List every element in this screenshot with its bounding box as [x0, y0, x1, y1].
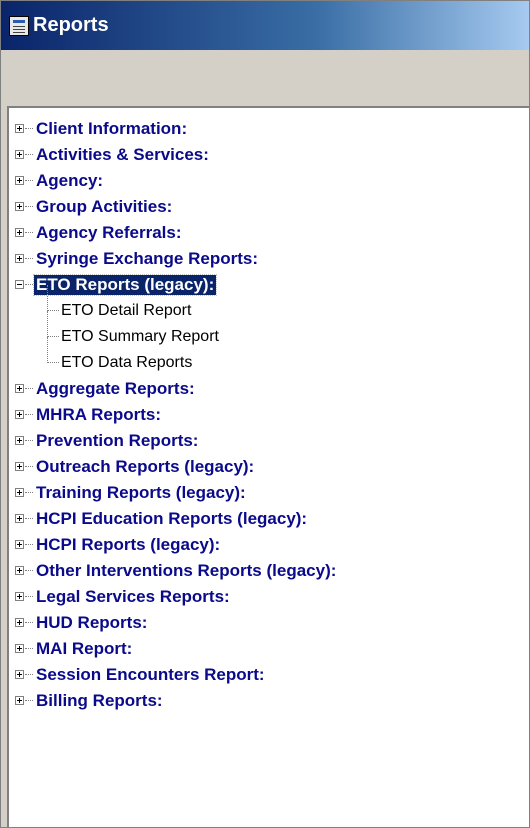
tree-child-row[interactable]: ETO Detail Report [9, 285, 529, 324]
tree-category-row[interactable]: Other Interventions Reports (legacy): [9, 558, 529, 584]
tree-category-row[interactable]: Aggregate Reports: [9, 376, 529, 402]
tree-category-row[interactable]: HUD Reports: [9, 610, 529, 636]
tree-connector-line [25, 466, 33, 467]
plus-expander-icon[interactable] [15, 566, 24, 575]
tree-connector-line [25, 492, 33, 493]
plus-expander-icon[interactable] [15, 696, 24, 705]
tree-category-row[interactable]: ETO Reports (legacy): [9, 272, 529, 298]
tree-connector-line [25, 284, 33, 285]
tree-category-row[interactable]: MHRA Reports: [9, 402, 529, 428]
tree-category-row[interactable]: Agency Referrals: [9, 220, 529, 246]
tree-category-row[interactable]: Training Reports (legacy): [9, 480, 529, 506]
plus-expander-icon[interactable] [15, 644, 24, 653]
plus-expander-icon[interactable] [15, 540, 24, 549]
report-item-label[interactable]: ETO Detail Report [61, 301, 191, 321]
selected-category-label[interactable]: ETO Reports (legacy): [32, 274, 218, 296]
tree-connector-line [25, 388, 33, 389]
report-item-label[interactable]: ETO Summary Report [61, 327, 219, 347]
tree-connector-line [47, 337, 48, 363]
plus-expander-icon[interactable] [15, 514, 24, 523]
tree-category-row[interactable]: Session Encounters Report: [9, 662, 529, 688]
category-label[interactable]: Syringe Exchange Reports: [34, 249, 260, 269]
tree-connector-line [47, 311, 48, 337]
category-label[interactable]: Prevention Reports: [34, 431, 200, 451]
tree-connector-line [47, 336, 59, 337]
plus-expander-icon[interactable] [15, 384, 24, 393]
tree-connector-line [25, 674, 33, 675]
category-label[interactable]: Agency Referrals: [34, 223, 184, 243]
category-label[interactable]: Training Reports (legacy): [34, 483, 248, 503]
tree-category-row[interactable]: Legal Services Reports: [9, 584, 529, 610]
plus-expander-icon[interactable] [15, 254, 24, 263]
plus-expander-icon[interactable] [15, 436, 24, 445]
category-label[interactable]: HCPI Reports (legacy): [34, 535, 222, 555]
tree-connector-line [25, 648, 33, 649]
reports-window: Reports Client Information: Activities & … [0, 0, 530, 828]
reports-window-icon[interactable] [9, 15, 29, 36]
tree-category-row[interactable]: Agency: [9, 168, 529, 194]
tree-connector-line [25, 570, 33, 571]
tree-category-row[interactable]: Activities & Services: [9, 142, 529, 168]
plus-expander-icon[interactable] [15, 150, 24, 159]
plus-expander-icon[interactable] [15, 202, 24, 211]
category-label[interactable]: Outreach Reports (legacy): [34, 457, 256, 477]
category-label[interactable]: MAI Report: [34, 639, 134, 659]
category-label[interactable]: Legal Services Reports: [34, 587, 232, 607]
tree-category-row[interactable]: Syringe Exchange Reports: [9, 246, 529, 272]
tree-connector-line [25, 518, 33, 519]
tree-category-row[interactable]: Outreach Reports (legacy): [9, 454, 529, 480]
tree-connector-line [25, 544, 33, 545]
plus-expander-icon[interactable] [15, 488, 24, 497]
tree-connector-line [25, 180, 33, 181]
plus-expander-icon[interactable] [15, 176, 24, 185]
category-label[interactable]: Activities & Services: [34, 145, 211, 165]
category-label[interactable]: MHRA Reports: [34, 405, 163, 425]
tree-connector-line [25, 232, 33, 233]
tree-connector-line [25, 258, 33, 259]
category-label[interactable]: Agency: [34, 171, 105, 191]
tree-connector-line [47, 362, 59, 363]
plus-expander-icon[interactable] [15, 670, 24, 679]
category-label[interactable]: Session Encounters Report: [34, 665, 267, 685]
plus-expander-icon[interactable] [15, 618, 24, 627]
window-title: Reports [33, 14, 109, 36]
tree-category-row[interactable]: Group Activities: [9, 194, 529, 220]
plus-expander-icon[interactable] [15, 462, 24, 471]
tree-child-row[interactable]: ETO Summary Report [9, 311, 529, 350]
tree-connector-line [47, 310, 59, 311]
tree-category-row[interactable]: HCPI Reports (legacy): [9, 532, 529, 558]
category-label[interactable]: HCPI Education Reports (legacy): [34, 509, 309, 529]
category-label[interactable]: Aggregate Reports: [34, 379, 197, 399]
category-label[interactable]: HUD Reports: [34, 613, 149, 633]
plus-expander-icon[interactable] [15, 124, 24, 133]
report-item-label[interactable]: ETO Data Reports [61, 353, 192, 373]
category-label[interactable]: Billing Reports: [34, 691, 165, 711]
category-label[interactable]: Other Interventions Reports (legacy): [34, 561, 338, 581]
title-bar[interactable]: Reports [1, 1, 529, 50]
toolbar-area [1, 50, 529, 106]
tree-category-row[interactable]: Billing Reports: [9, 688, 529, 714]
tree-child-row[interactable]: ETO Data Reports [9, 337, 529, 376]
category-label[interactable]: Client Information: [34, 119, 189, 139]
plus-expander-icon[interactable] [15, 592, 24, 601]
tree-category-row[interactable]: HCPI Education Reports (legacy): [9, 506, 529, 532]
reports-tree[interactable]: Client Information: Activities & Services… [7, 106, 529, 827]
tree-category-row[interactable]: Prevention Reports: [9, 428, 529, 454]
tree-connector-line [25, 440, 33, 441]
tree-connector-line [25, 700, 33, 701]
tree-connector-line [25, 414, 33, 415]
tree-connector-line [25, 596, 33, 597]
tree-connector-line [25, 622, 33, 623]
tree-category-row[interactable]: Client Information: [9, 116, 529, 142]
minus-expander-icon[interactable] [15, 280, 24, 289]
category-label[interactable]: Group Activities: [34, 197, 174, 217]
plus-expander-icon[interactable] [15, 228, 24, 237]
tree-connector-line [25, 154, 33, 155]
tree-category-row[interactable]: MAI Report: [9, 636, 529, 662]
tree-connector-line [25, 206, 33, 207]
plus-expander-icon[interactable] [15, 410, 24, 419]
tree-connector-line [25, 128, 33, 129]
tree-connector-line [47, 285, 48, 311]
